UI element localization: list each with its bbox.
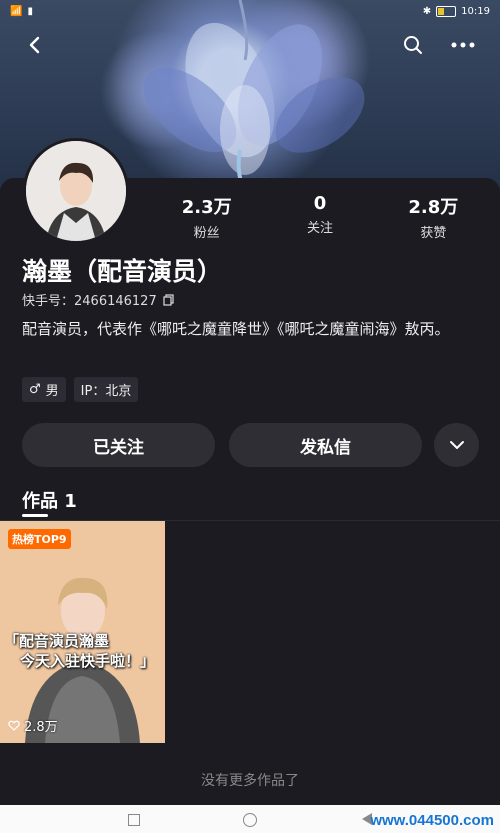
stat-value: 0: [313, 193, 327, 214]
signal-icon: ▮: [27, 5, 33, 17]
heart-icon: [8, 720, 20, 731]
tab-underline: [22, 514, 48, 517]
stat-label: 粉丝: [193, 226, 220, 241]
hot-rank-badge: 热榜TOP9: [8, 529, 71, 549]
home-icon[interactable]: [243, 813, 257, 827]
avatar-photo: [26, 141, 126, 241]
profile-tags: ♂ 男 IP：北京: [22, 377, 139, 402]
work-likes: 2.8万: [8, 716, 58, 735]
followed-button[interactable]: 已关注: [22, 423, 215, 467]
search-button[interactable]: [396, 28, 430, 62]
chevron-down-icon: [449, 441, 464, 449]
caption-line: 今天入驻快手啦！」: [20, 652, 156, 670]
status-bar: 📶 ▮ ✱ 10:19: [0, 0, 500, 22]
avatar[interactable]: [23, 138, 129, 244]
more-icon: [451, 42, 475, 48]
no-more-works-text: 没有更多作品了: [201, 773, 299, 789]
tag-gender: ♂ 男: [22, 377, 66, 402]
stat-label: 获赞: [420, 226, 447, 241]
profile-name: 瀚墨（配音演员）: [22, 257, 223, 286]
chevron-left-icon: [29, 36, 40, 54]
more-actions-button[interactable]: [434, 423, 479, 467]
battery-icon: [436, 5, 457, 17]
search-icon: [404, 36, 422, 54]
stat-fans[interactable]: 2.3万 粉丝: [150, 193, 263, 241]
stat-value: 2.8万: [408, 197, 459, 218]
stat-label: 关注: [306, 221, 333, 236]
user-id-text: 快手号：2466146127: [22, 294, 157, 309]
caption-line: 「配音演员瀚墨: [4, 632, 110, 650]
stat-following[interactable]: 0 关注: [263, 193, 376, 241]
male-icon: ♂: [29, 382, 41, 397]
status-time: 10:19: [461, 5, 490, 17]
likes-count: 2.8万: [24, 720, 58, 735]
stat-value: 2.3万: [181, 197, 232, 218]
copy-icon[interactable]: [163, 293, 175, 306]
tag-ip: IP：北京: [73, 377, 139, 402]
more-button[interactable]: [446, 28, 480, 62]
stat-likes[interactable]: 2.8万 获赞: [377, 193, 490, 241]
watermark: www.044500.com: [370, 812, 494, 829]
back-button[interactable]: [18, 28, 52, 62]
send-message-button[interactable]: 发私信: [229, 423, 422, 467]
recent-apps-icon[interactable]: [128, 814, 140, 826]
work-caption: 「配音演员瀚墨 今天入驻快手啦！」: [4, 631, 164, 671]
stats-row: 2.3万 粉丝 0 关注 2.8万 获赞: [150, 193, 490, 241]
profile-bio: 配音演员，代表作《哪吒之魔童降世》《哪吒之魔童闹海》敖丙。: [22, 320, 450, 338]
work-card[interactable]: 热榜TOP9 「配音演员瀚墨 今天入驻快手啦！」 2.8万: [0, 521, 165, 743]
tag-label: 男: [45, 384, 59, 399]
bluetooth-icon: ✱: [422, 5, 432, 17]
wifi-icon: 📶: [10, 5, 23, 17]
tab-works[interactable]: 作品 1: [22, 487, 77, 513]
user-id-row: 快手号：2466146127: [22, 290, 175, 309]
tag-label: IP：北京: [80, 384, 132, 399]
